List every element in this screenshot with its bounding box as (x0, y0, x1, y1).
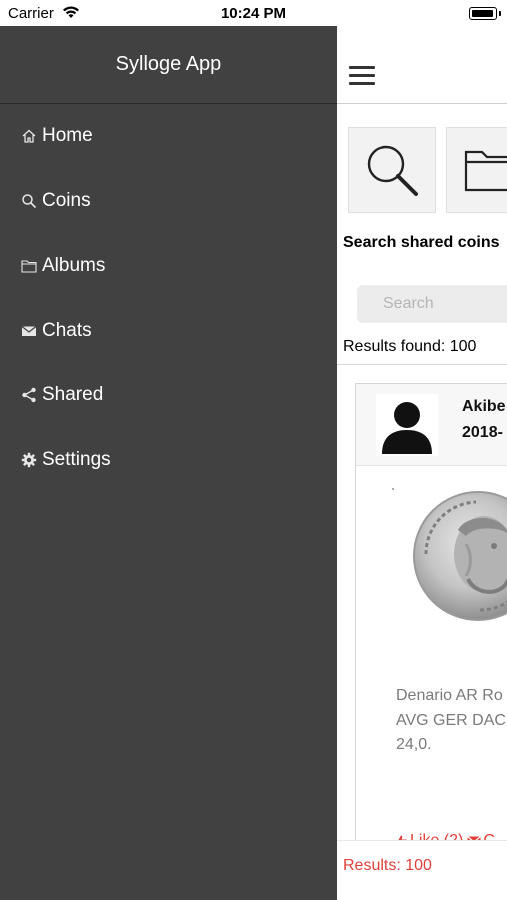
card-header: Akibe 2018- (356, 384, 507, 466)
coin-description: Denario AR Ro Traiano. Obv: I AVG GER DA… (396, 687, 507, 753)
menu-item-label: Chats (42, 320, 92, 341)
menu-item-label: Home (42, 125, 93, 146)
battery-icon (469, 7, 501, 20)
search-coins-button[interactable] (348, 127, 436, 213)
coin-image[interactable] (406, 484, 507, 634)
top-navbar (337, 26, 507, 104)
section-title: Search shared coins (343, 234, 500, 251)
search-input[interactable] (357, 285, 507, 323)
search-icon (20, 192, 38, 210)
avatar[interactable] (376, 394, 438, 456)
hamburger-menu-icon[interactable] (349, 66, 375, 86)
menu-item-label: Albums (42, 255, 106, 276)
image-speck (392, 488, 394, 490)
main-content: Search shared coins Results found: 100 A… (337, 26, 507, 900)
magnifier-icon (367, 145, 418, 196)
menu-item-chats[interactable]: Chats (20, 320, 92, 342)
menu-item-albums[interactable]: Albums (20, 255, 105, 277)
menu-item-label: Settings (42, 449, 111, 470)
menu-item-label: Coins (42, 190, 91, 211)
folder-icon (464, 150, 507, 192)
home-icon (20, 127, 38, 145)
status-bar: Carrier 10:24 PM (0, 0, 507, 26)
menu-item-label: Shared (42, 384, 104, 405)
clock-time: 10:24 PM (220, 5, 287, 22)
gear-icon (20, 451, 38, 469)
menu-item-shared[interactable]: Shared (20, 384, 103, 406)
app-title: Sylloge App (115, 53, 222, 75)
results-footer: Results: 100 (337, 840, 507, 900)
menu-item-home[interactable]: Home (20, 125, 93, 147)
user-name[interactable]: Akibe (462, 398, 506, 416)
side-drawer: Sylloge App Home Coins Albums Chats Shar… (0, 26, 337, 900)
drawer-header: Sylloge App (0, 26, 337, 104)
coin-card[interactable]: Akibe 2018- Denario AR Ro AVG GER DAC 24… (355, 383, 507, 863)
menu-item-settings[interactable]: Settings (20, 449, 111, 471)
envelope-icon (20, 322, 38, 340)
user-silhouette-icon (382, 402, 432, 454)
albums-button[interactable] (446, 127, 507, 213)
post-date: 2018- (462, 424, 503, 441)
menu-item-coins[interactable]: Coins (20, 190, 91, 212)
footer-results: Results: 100 (343, 857, 432, 874)
share-icon (20, 386, 38, 404)
folder-icon (20, 257, 38, 275)
divider (337, 364, 507, 365)
results-count: Results found: 100 (343, 338, 477, 355)
